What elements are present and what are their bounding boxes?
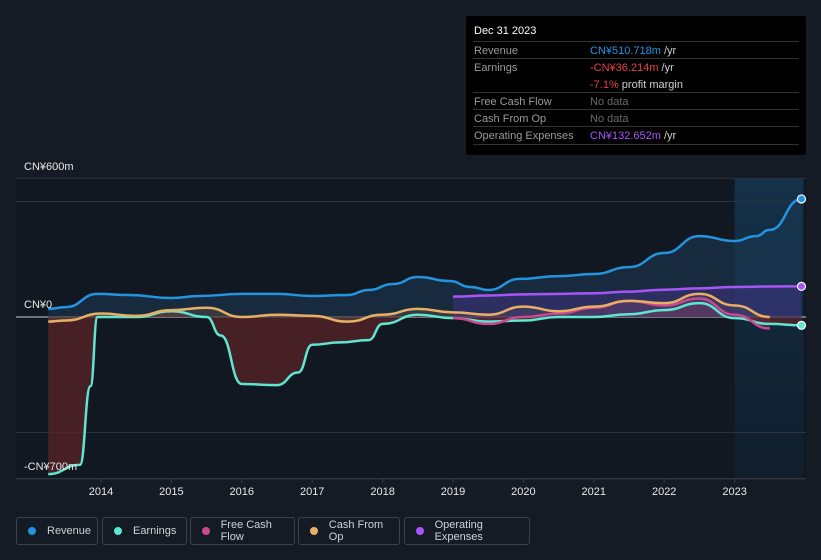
tooltip-row-opex: Operating Expenses CN¥132.652m /yr xyxy=(473,126,799,145)
legend-item-free-cash-flow[interactable]: Free Cash Flow xyxy=(190,517,295,545)
x-tick-label: 2015 xyxy=(159,486,183,498)
x-tick-label: 2017 xyxy=(300,486,324,498)
tooltip-label: Revenue xyxy=(474,45,519,57)
legend-label: Operating Expenses xyxy=(434,519,483,543)
x-tick-label: 2016 xyxy=(230,486,254,498)
tooltip-unit: /yr xyxy=(660,130,677,142)
x-tick-label: 2014 xyxy=(89,486,113,498)
legend-label: Cash From Op xyxy=(328,519,384,543)
legend-item-cash-from-op[interactable]: Cash From Op xyxy=(298,517,400,545)
x-tick-label: 2021 xyxy=(582,486,606,498)
revenue-dot-icon xyxy=(28,527,36,535)
operating-expenses-end-marker xyxy=(796,281,807,291)
x-tick-label: 2022 xyxy=(652,486,676,498)
profit-margin-text: profit margin xyxy=(618,79,683,91)
tooltip-date: Dec 31 2023 xyxy=(474,25,537,37)
tooltip-label: Earnings xyxy=(474,62,518,74)
tooltip-unit: /yr xyxy=(660,45,677,57)
x-tick-label: 2019 xyxy=(441,486,465,498)
tooltip-value: CN¥132.652m xyxy=(590,130,661,142)
tooltip-row-cfo: Cash From Op No data xyxy=(473,109,799,127)
x-tick-label: 2020 xyxy=(511,486,535,498)
tooltip-row-revenue: Revenue CN¥510.718m /yr xyxy=(473,41,799,59)
legend-item-revenue[interactable]: Revenue xyxy=(16,517,98,545)
legend-label: Free Cash Flow xyxy=(220,519,272,543)
legend-item-operating-expenses[interactable]: Operating Expenses xyxy=(404,517,530,545)
tooltip-label: Free Cash Flow xyxy=(474,96,552,108)
earnings-dot-icon xyxy=(114,527,122,535)
y-label-zero: CN¥0 xyxy=(24,299,52,311)
legend-label: Revenue xyxy=(47,525,92,537)
tooltip-row-earnings: Earnings -CN¥36.214m /yr -7.1% profit ma… xyxy=(473,58,799,93)
x-tick-label: 2018 xyxy=(370,486,394,498)
tooltip-value: No data xyxy=(590,113,629,125)
free-cash-flow-dot-icon xyxy=(202,527,210,535)
tooltip-value: -CN¥36.214m xyxy=(590,62,659,74)
cash-from-op-dot-icon xyxy=(310,527,318,535)
earnings-end-marker xyxy=(796,320,807,330)
tooltip-unit: /yr xyxy=(658,62,674,74)
tooltip-value: CN¥510.718m xyxy=(590,45,661,57)
operating-expenses-dot-icon xyxy=(416,527,424,535)
legend-item-earnings[interactable]: Earnings xyxy=(102,517,187,545)
tooltip-row-fcf: Free Cash Flow No data xyxy=(473,92,799,110)
profit-margin-value: -7.1% xyxy=(590,79,619,91)
tooltip-label: Cash From Op xyxy=(474,113,547,125)
y-label-bottom: -CN¥700m xyxy=(24,461,77,473)
tooltip-value: No data xyxy=(590,96,629,108)
revenue-end-marker xyxy=(796,194,807,204)
legend-label: Earnings xyxy=(133,525,177,537)
x-tick-label: 2023 xyxy=(722,486,746,498)
tooltip-label: Operating Expenses xyxy=(474,130,574,142)
y-label-top: CN¥600m xyxy=(24,161,74,173)
tooltip: Dec 31 2023 Revenue CN¥510.718m /yr Earn… xyxy=(466,16,806,155)
